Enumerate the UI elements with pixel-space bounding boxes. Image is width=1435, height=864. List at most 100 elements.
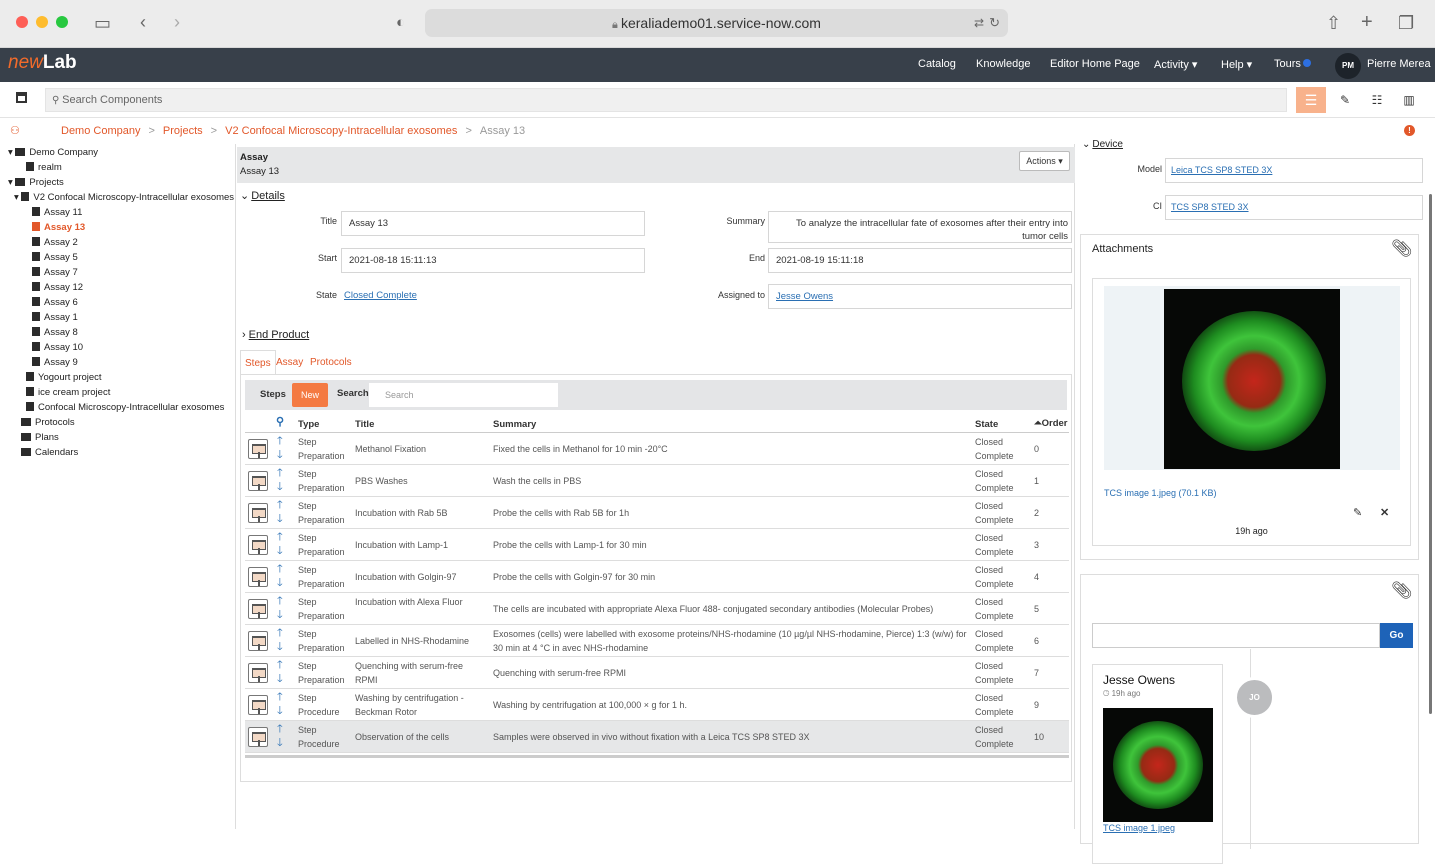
horizontal-scrollbar[interactable] — [245, 755, 1069, 758]
tab-steps[interactable]: Steps — [240, 350, 276, 375]
paperclip-icon[interactable]: 📎︎ — [1391, 239, 1413, 259]
tree-item-assay[interactable]: Assay 6 — [32, 297, 78, 308]
tree-item-assay[interactable]: Assay 13 — [32, 222, 85, 233]
ci-link[interactable]: TCS SP8 STED 3X — [1171, 202, 1249, 212]
component-search-input[interactable]: ⚲ Search Components — [45, 88, 1287, 112]
model-field[interactable]: Leica TCS SP8 STED 3X — [1165, 158, 1423, 183]
vertical-scrollbar[interactable] — [1429, 194, 1432, 714]
nav-knowledge[interactable]: Knowledge — [976, 58, 1030, 70]
move-up-icon[interactable]: 🡑 — [277, 564, 283, 575]
move-down-icon[interactable]: 🡓 — [277, 642, 283, 653]
ci-field[interactable]: TCS SP8 STED 3X — [1165, 195, 1423, 220]
move-up-icon[interactable]: 🡑 — [277, 500, 283, 511]
move-down-icon[interactable]: 🡓 — [277, 450, 283, 461]
col-title[interactable]: Title — [355, 419, 374, 430]
tree-item-assay[interactable]: Assay 7 — [32, 267, 78, 278]
server-view-button[interactable]: ☷ — [1362, 87, 1392, 113]
info-icon[interactable]: ! — [1404, 125, 1415, 136]
user-avatar[interactable]: PM — [1335, 53, 1361, 79]
tree-item-confocal[interactable]: Confocal Microscopy-Intracellular exosom… — [26, 402, 224, 413]
title-field[interactable]: Assay 13 — [341, 211, 645, 236]
table-row[interactable]: 🡑 🡓 Step Preparation Incubation with Rab 5B… — [245, 497, 1069, 529]
actions-button[interactable]: Actions ▾ — [1019, 151, 1070, 171]
map-view-button[interactable]: ▥ — [1394, 87, 1424, 113]
breadcrumb-company[interactable]: Demo Company — [61, 125, 140, 137]
breadcrumb-projects[interactable]: Projects — [163, 125, 203, 137]
tree-item-ice-cream[interactable]: ice cream project — [26, 387, 110, 398]
delete-icon[interactable]: ✕ — [1380, 506, 1389, 519]
tabs-overview-icon[interactable]: ❐ — [1398, 13, 1414, 33]
nav-catalog[interactable]: Catalog — [918, 58, 956, 70]
move-up-icon[interactable]: 🡑 — [277, 692, 283, 703]
move-up-icon[interactable]: 🡑 — [277, 724, 283, 735]
table-row[interactable]: 🡑 🡓 Step Preparation Incubation with Golgin… — [245, 561, 1069, 593]
device-toggle[interactable]: ⌄ Device — [1082, 139, 1123, 150]
table-row[interactable]: 🡑 🡓 Step Preparation Methanol Fixation Fixed… — [245, 433, 1069, 465]
col-state[interactable]: State — [975, 419, 998, 430]
tree-item-assay[interactable]: Assay 8 — [32, 327, 78, 338]
move-down-icon[interactable]: 🡓 — [277, 610, 283, 621]
table-row[interactable]: 🡑 🡓 Step Preparation PBS Washes Wash the cel… — [245, 465, 1069, 497]
forward-icon[interactable]: › — [174, 12, 180, 32]
tree-item-calendars[interactable]: Calendars — [21, 447, 78, 458]
share-icon[interactable]: ⇧ — [1326, 13, 1341, 33]
tree-item-assay[interactable]: Assay 9 — [32, 357, 78, 368]
table-row[interactable]: 🡑 🡓 Step Preparation Incubation with Alexa … — [245, 593, 1069, 625]
tab-protocols[interactable]: Protocols — [306, 350, 356, 375]
move-down-icon[interactable]: 🡓 — [277, 514, 283, 525]
move-up-icon[interactable]: 🡑 — [277, 596, 283, 607]
end-product-toggle[interactable]: › End Product — [242, 329, 309, 341]
tree-item-assay[interactable]: Assay 1 — [32, 312, 78, 323]
nav-tours[interactable]: Tours — [1274, 58, 1301, 70]
activity-input[interactable] — [1092, 623, 1380, 648]
nav-activity[interactable]: Activity ▾ — [1154, 58, 1197, 71]
tree-item-assay[interactable]: Assay 12 — [32, 282, 83, 293]
new-tab-icon[interactable]: + — [1361, 12, 1373, 32]
back-icon[interactable]: ‹ — [140, 12, 146, 32]
nav-help[interactable]: Help ▾ — [1221, 58, 1252, 71]
magnifier-icon[interactable]: ⚲ — [276, 415, 284, 428]
tree-item-v2-project[interactable]: ▾ V2 Confocal Microscopy-Intracellular e… — [14, 192, 234, 203]
tree-item-protocols[interactable]: Protocols — [21, 417, 75, 428]
tree-item-assay[interactable]: Assay 2 — [32, 237, 78, 248]
move-up-icon[interactable]: 🡑 — [277, 532, 283, 543]
activity-file-link[interactable]: TCS image 1.jpeg — [1103, 823, 1175, 833]
nav-editor-home[interactable]: Editor Home Page — [1050, 58, 1140, 70]
summary-field[interactable]: To analyze the intracellular fate of exo… — [768, 211, 1072, 243]
move-down-icon[interactable]: 🡓 — [277, 578, 283, 589]
breadcrumb-project[interactable]: V2 Confocal Microscopy-Intracellular exo… — [225, 125, 457, 137]
new-step-button[interactable]: New — [292, 383, 328, 407]
move-up-icon[interactable]: 🡑 — [277, 628, 283, 639]
reload-icon[interactable]: ↻ — [989, 9, 1000, 37]
move-up-icon[interactable]: 🡑 — [277, 468, 283, 479]
attachment-thumbnail[interactable] — [1104, 286, 1400, 470]
assigned-link[interactable]: Jesse Owens — [776, 291, 833, 302]
col-order[interactable]: ⏶Order — [1034, 418, 1067, 429]
paperclip-icon[interactable]: 📎︎ — [1391, 581, 1413, 601]
go-button[interactable]: Go — [1380, 623, 1413, 648]
table-row[interactable]: 🡑 🡓 Step Procedure Washing by centrifugatio… — [245, 689, 1069, 721]
steps-search-input[interactable]: Search — [369, 383, 558, 407]
minimize-window-button[interactable] — [36, 16, 48, 28]
address-bar[interactable]: 🔒︎ keraliademo01.service-now.com ⇄ ↻ — [425, 9, 1008, 37]
shield-icon[interactable]: ◐ — [396, 13, 405, 33]
table-row[interactable]: 🡑 🡓 Step Preparation Incubation with Lamp-1… — [245, 529, 1069, 561]
activity-image[interactable] — [1103, 708, 1213, 822]
move-down-icon[interactable]: 🡓 — [277, 706, 283, 717]
tree-item-realm[interactable]: realm — [26, 162, 62, 173]
user-name[interactable]: Pierre Merea — [1367, 58, 1431, 70]
move-down-icon[interactable]: 🡓 — [277, 482, 283, 493]
details-toggle[interactable]: ⌄ Details — [240, 189, 285, 202]
move-down-icon[interactable]: 🡓 — [277, 674, 283, 685]
tree-item-plans[interactable]: Plans — [21, 432, 59, 443]
tree-item-projects[interactable]: ▾ Projects — [8, 177, 64, 188]
translate-icon[interactable]: ⇄ — [974, 9, 984, 37]
close-window-button[interactable] — [16, 16, 28, 28]
tree-item-company[interactable]: ▾ Demo Company — [8, 147, 98, 158]
edit-view-button[interactable]: ✎ — [1330, 87, 1360, 113]
tree-item-assay[interactable]: Assay 5 — [32, 252, 78, 263]
app-logo[interactable]: newLab — [8, 52, 77, 74]
attachment-filename[interactable]: TCS image 1.jpeg (70.1 KB) — [1104, 488, 1217, 498]
tab-assay[interactable]: Assay — [272, 350, 307, 375]
calendar-icon[interactable] — [16, 92, 27, 103]
